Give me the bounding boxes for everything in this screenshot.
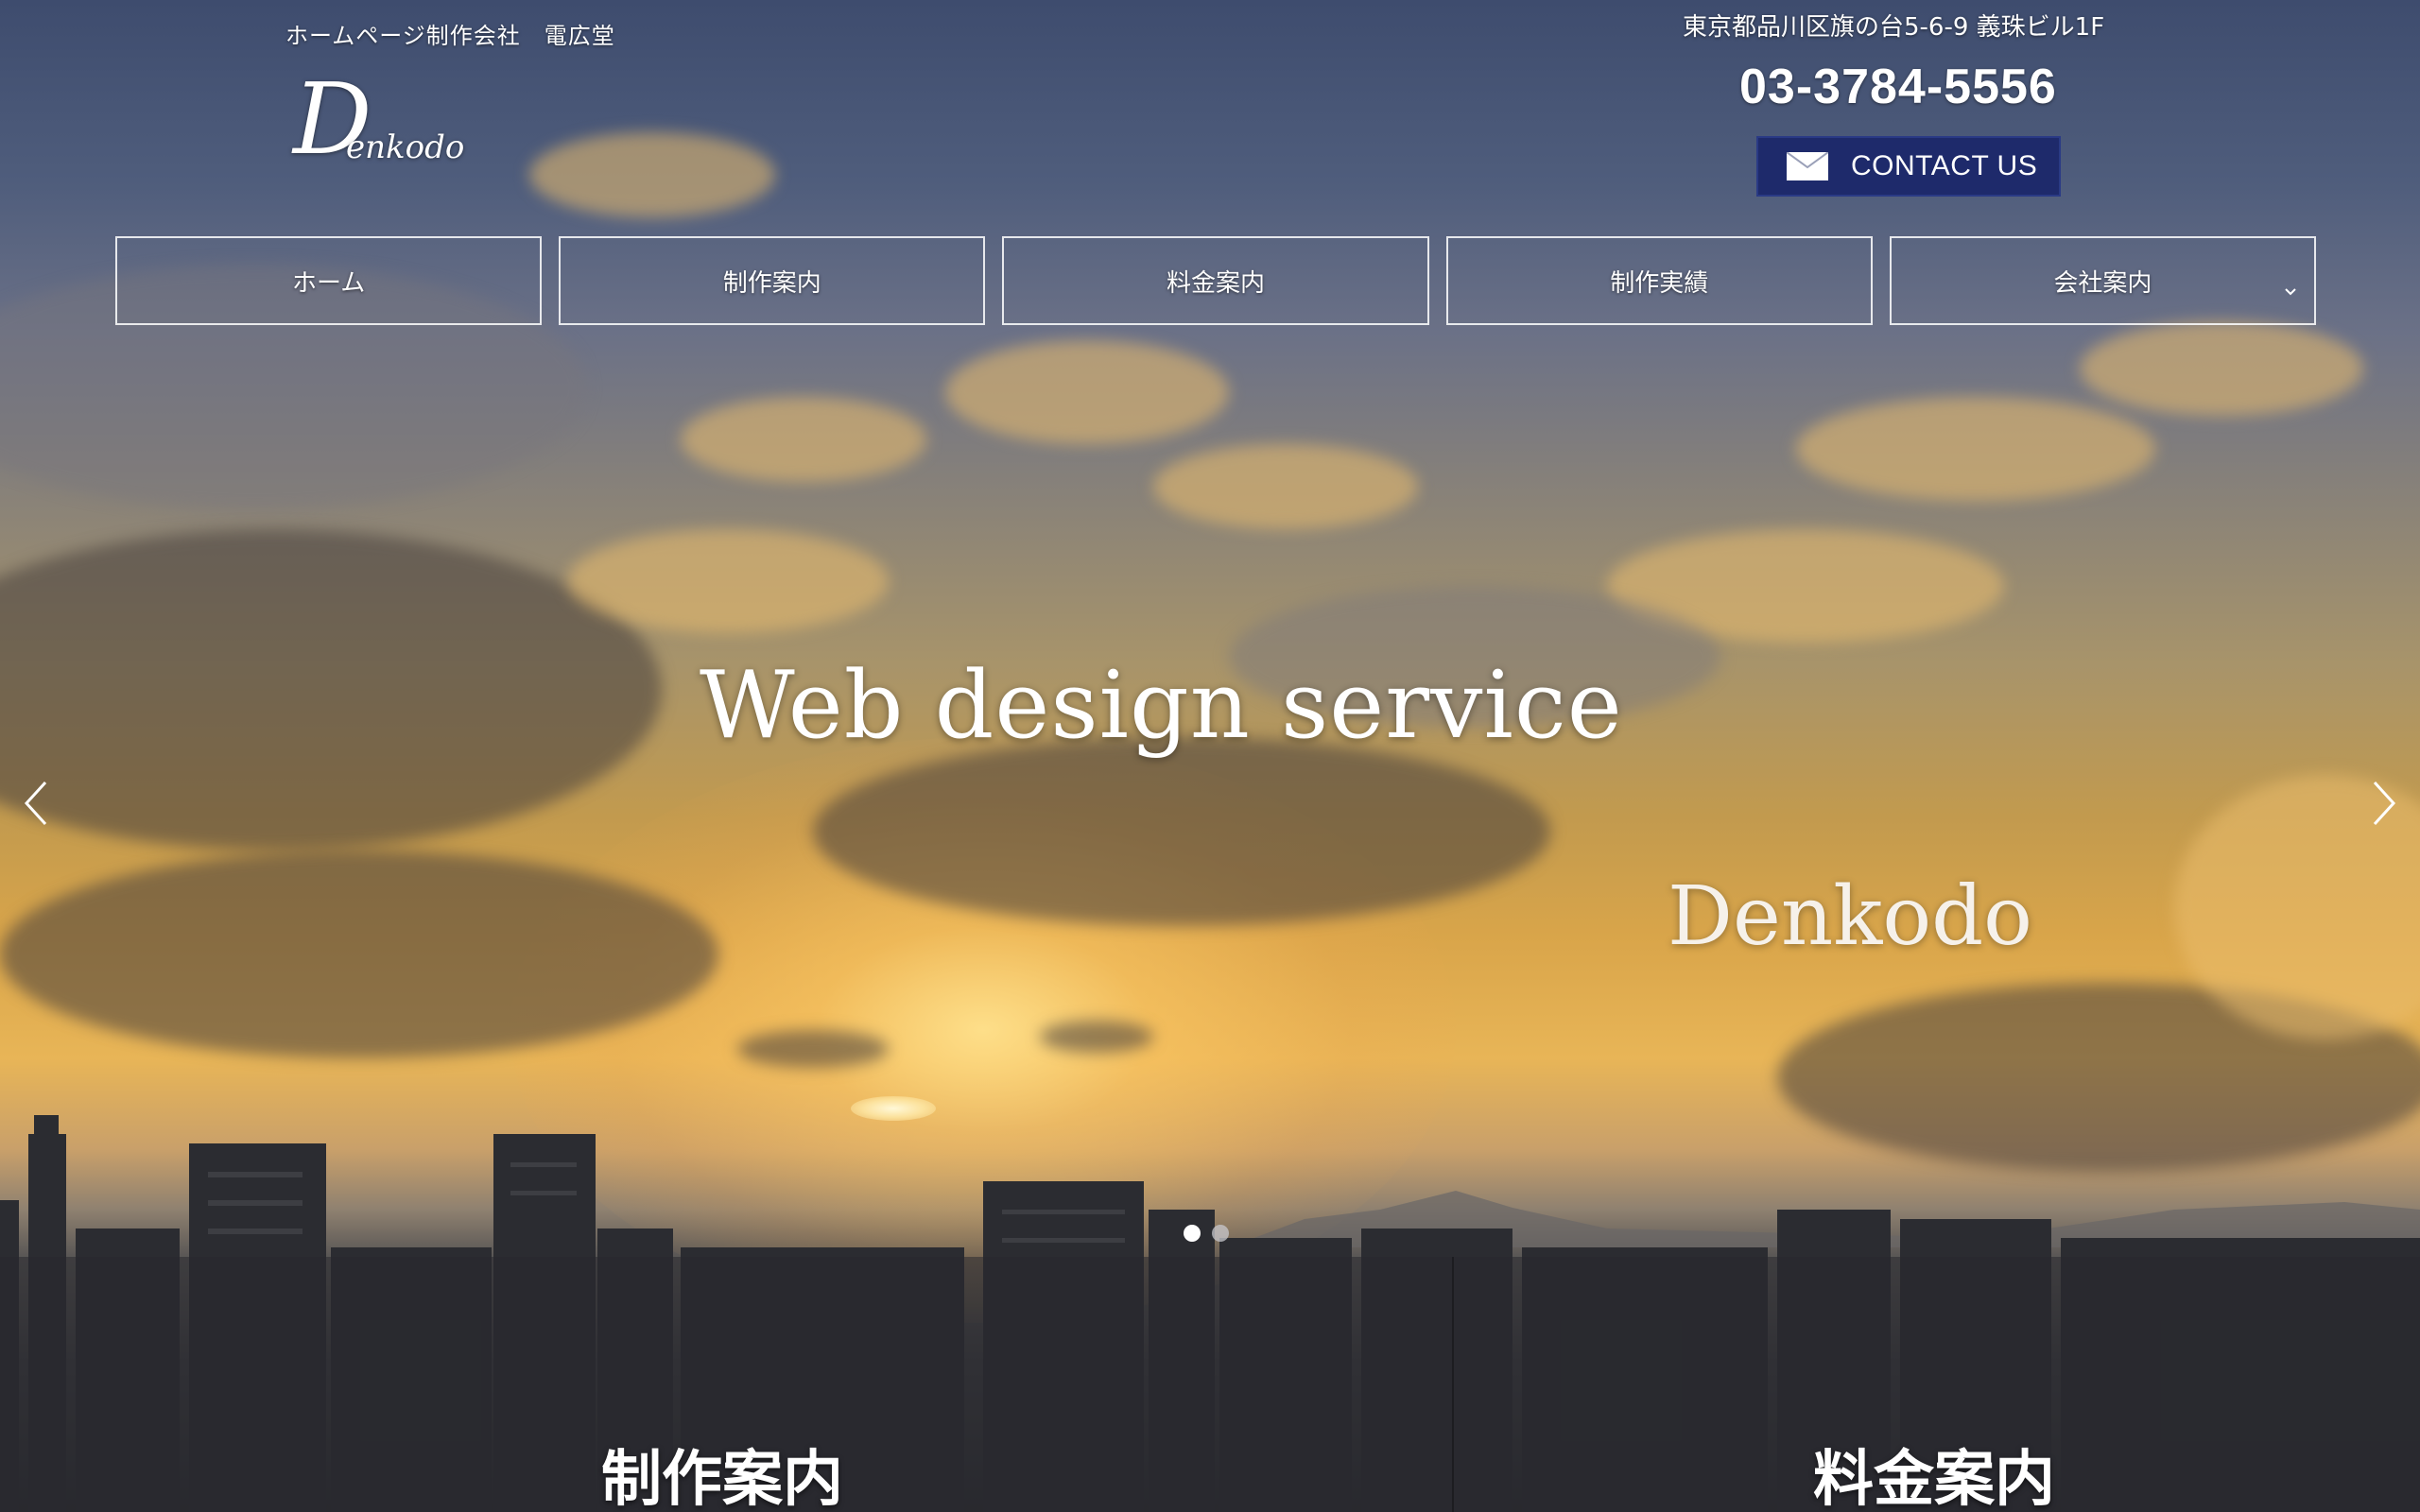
contact-us-label: CONTACT US [1851,150,2038,181]
nav-item-home[interactable]: ホーム [115,236,543,325]
main-nav: ホーム 制作案内 料金案内 制作実績 会社案内 [115,236,2317,325]
cloud [0,850,718,1058]
panel-title: 制作案内 [601,1445,843,1512]
cloud [945,340,1229,444]
panel-production[interactable]: 制作案内 [0,1257,1452,1512]
contact-us-button[interactable]: CONTACT US [1756,136,2061,197]
site-tagline: ホームページ制作会社 電広堂 [285,23,615,49]
nav-item-label: 制作実績 [1610,268,1709,298]
denkodo-logo[interactable]: D enkodo [293,70,465,183]
chevron-left-icon[interactable] [17,775,55,832]
cloud [567,529,889,633]
panel-pricing[interactable]: 料金案内 [1454,1257,2420,1512]
slide-dot-1[interactable] [1184,1225,1201,1242]
cloud [529,132,775,217]
company-address: 東京都品川区旗の台5-6-9 義珠ビル1F [1683,13,2105,42]
hero-title: Web design service [700,652,1623,760]
mail-icon [1787,152,1828,180]
nav-item-pricing[interactable]: 料金案内 [1002,236,1429,325]
cloud [2080,321,2363,416]
phone-number[interactable]: 03-3784-5556 [1739,59,2057,115]
slide-indicators [1184,1225,1229,1242]
cloud [0,529,662,850]
nav-item-company[interactable]: 会社案内 [1889,236,2317,325]
cloud [1153,444,1418,529]
cloud [681,397,926,482]
cloud [1796,397,2155,501]
chevron-right-icon[interactable] [2365,775,2403,832]
cloud [737,1030,889,1068]
cloud [1040,1021,1153,1053]
nav-item-production[interactable]: 制作案内 [559,236,986,325]
nav-item-label: 制作案内 [722,268,821,298]
nav-item-works[interactable]: 制作実績 [1445,236,1873,325]
nav-item-label: ホーム [291,268,366,298]
nav-item-label: 会社案内 [2053,268,2152,298]
hero-subtitle: Denkodo [1668,869,2032,964]
chevron-down-icon [2285,288,2296,296]
panel-title: 料金案内 [1813,1445,2055,1512]
nav-item-label: 料金案内 [1167,268,1266,298]
logo-text: enkodo [346,129,465,166]
slide-dot-2[interactable] [1212,1225,1229,1242]
cloud [813,737,1550,926]
